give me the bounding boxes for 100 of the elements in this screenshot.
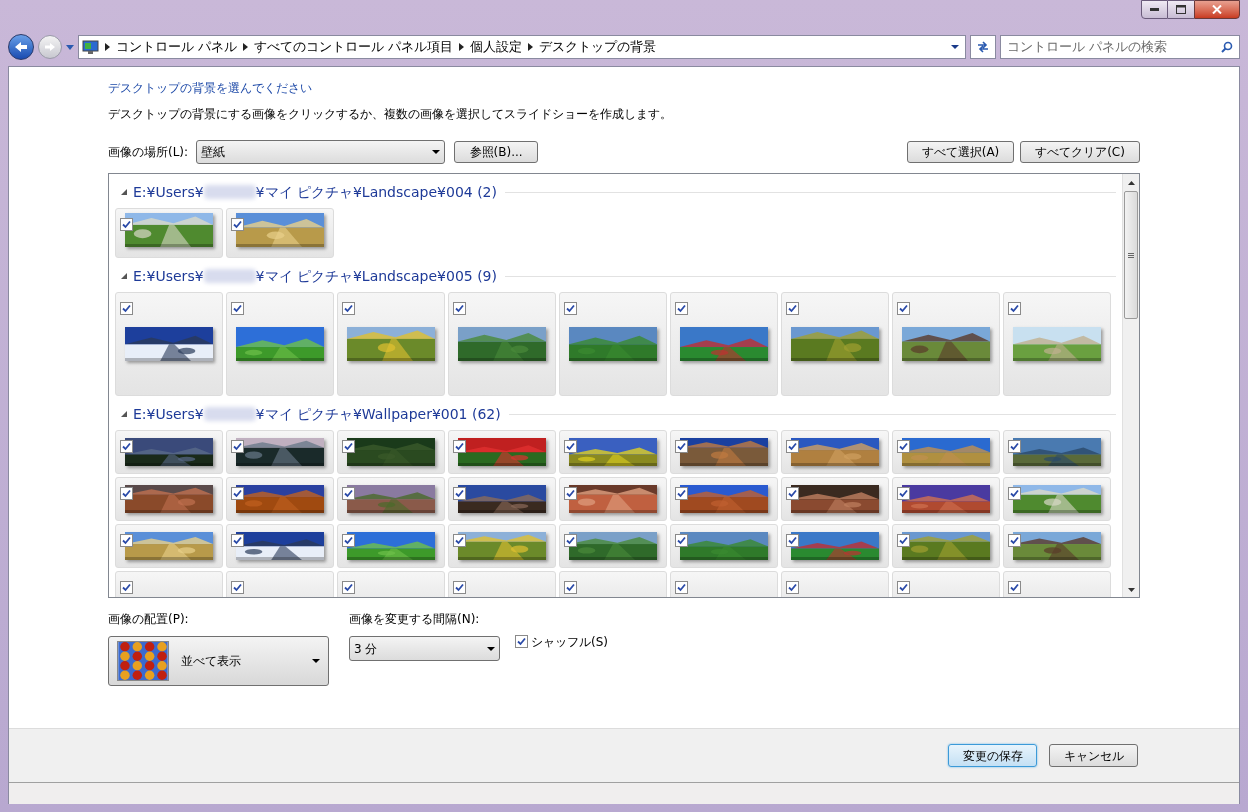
thumbnail-tile[interactable] bbox=[226, 430, 334, 474]
thumbnail-tile[interactable] bbox=[337, 524, 445, 568]
browse-button[interactable]: 参照(B)... bbox=[454, 141, 539, 163]
thumbnail-tile[interactable] bbox=[226, 524, 334, 568]
checkbox[interactable] bbox=[453, 487, 466, 500]
dropdown-arrow-icon[interactable] bbox=[951, 45, 959, 49]
expand-triangle-icon[interactable] bbox=[121, 189, 127, 195]
breadcrumb-arrow-icon[interactable] bbox=[243, 43, 249, 51]
dialog-button[interactable]: 変更の保存 bbox=[948, 744, 1037, 767]
interval-dropdown[interactable]: 3 分 bbox=[349, 636, 500, 661]
breadcrumb[interactable]: 個人設定 bbox=[470, 37, 523, 57]
thumbnail-tile[interactable] bbox=[448, 524, 556, 568]
checkbox[interactable] bbox=[564, 487, 577, 500]
checkbox[interactable] bbox=[1008, 440, 1021, 453]
thumbnail-tile[interactable] bbox=[559, 477, 667, 521]
checkbox[interactable] bbox=[1008, 581, 1021, 594]
thumbnail-tile[interactable] bbox=[448, 477, 556, 521]
location-dropdown[interactable]: 壁紙 bbox=[196, 140, 446, 164]
checkbox[interactable] bbox=[231, 302, 244, 315]
thumbnail-tile[interactable] bbox=[115, 208, 223, 258]
shuffle-label[interactable]: シャッフル(S) bbox=[531, 633, 608, 651]
checkbox[interactable] bbox=[564, 440, 577, 453]
checkbox[interactable] bbox=[453, 440, 466, 453]
thumbnail-tile[interactable] bbox=[1003, 292, 1111, 396]
checkbox[interactable] bbox=[120, 487, 133, 500]
breadcrumb-arrow-icon[interactable] bbox=[528, 43, 534, 51]
thumbnail-tile[interactable] bbox=[892, 292, 1000, 396]
checkbox[interactable] bbox=[786, 302, 799, 315]
checkbox[interactable] bbox=[1008, 487, 1021, 500]
checkbox[interactable] bbox=[897, 487, 910, 500]
address-bar[interactable]: コントロール パネル すべてのコントロール パネル項目 個人設定 デスクトップの背景 bbox=[78, 35, 966, 59]
thumbnail-tile[interactable] bbox=[115, 524, 223, 568]
thumbnail-tile[interactable] bbox=[781, 524, 889, 568]
thumbnail-tile[interactable] bbox=[892, 524, 1000, 568]
checkbox[interactable] bbox=[120, 581, 133, 594]
thumbnail-tile[interactable] bbox=[115, 292, 223, 396]
checkbox[interactable] bbox=[1008, 534, 1021, 547]
thumbnail-tile[interactable] bbox=[448, 430, 556, 474]
thumbnail-tile[interactable] bbox=[115, 477, 223, 521]
checkbox[interactable] bbox=[342, 487, 355, 500]
select-all-button[interactable]: すべて選択(A) bbox=[907, 141, 1014, 163]
minimize-button[interactable] bbox=[1141, 0, 1168, 19]
search-field[interactable]: コントロール パネルの検索 bbox=[1000, 35, 1240, 59]
group-path[interactable]: ¥マイ ピクチャ¥Landscape¥005 (9) bbox=[255, 265, 497, 287]
position-dropdown[interactable]: 並べて表示 bbox=[108, 636, 329, 686]
thumbnail-tile[interactable] bbox=[670, 430, 778, 474]
expand-triangle-icon[interactable] bbox=[121, 273, 127, 279]
checkbox[interactable] bbox=[897, 581, 910, 594]
checkbox[interactable] bbox=[786, 581, 799, 594]
checkbox[interactable] bbox=[1008, 302, 1021, 315]
scroll-thumb[interactable] bbox=[1124, 191, 1138, 319]
checkbox[interactable] bbox=[231, 487, 244, 500]
thumbnail-tile[interactable] bbox=[337, 477, 445, 521]
checkbox[interactable] bbox=[786, 487, 799, 500]
checkbox[interactable] bbox=[515, 635, 528, 648]
thumbnail-tile[interactable] bbox=[115, 430, 223, 474]
thumbnail-tile[interactable] bbox=[670, 524, 778, 568]
breadcrumb[interactable]: コントロール パネル bbox=[116, 37, 238, 57]
checkbox[interactable] bbox=[120, 440, 133, 453]
refresh-button[interactable] bbox=[970, 35, 996, 59]
checkbox[interactable] bbox=[120, 302, 133, 315]
thumbnail-tile[interactable] bbox=[559, 524, 667, 568]
checkbox[interactable] bbox=[342, 302, 355, 315]
thumbnail-tile[interactable] bbox=[559, 430, 667, 474]
thumbnail-tile[interactable] bbox=[781, 477, 889, 521]
thumbnail-tile[interactable] bbox=[670, 477, 778, 521]
thumbnail-tile[interactable] bbox=[559, 292, 667, 396]
thumbnail-tile[interactable] bbox=[1003, 430, 1111, 474]
expand-triangle-icon[interactable] bbox=[121, 411, 127, 417]
thumbnail-tile[interactable] bbox=[226, 477, 334, 521]
checkbox[interactable] bbox=[564, 581, 577, 594]
checkbox[interactable] bbox=[342, 534, 355, 547]
group-path[interactable]: ¥マイ ピクチャ¥Landscape¥004 (2) bbox=[255, 181, 497, 203]
thumbnail-tile[interactable] bbox=[670, 292, 778, 396]
breadcrumb[interactable]: すべてのコントロール パネル項目 bbox=[254, 37, 454, 57]
checkbox[interactable] bbox=[786, 534, 799, 547]
thumbnail-tile[interactable] bbox=[892, 430, 1000, 474]
thumbnail-tile[interactable] bbox=[337, 292, 445, 396]
checkbox[interactable] bbox=[675, 487, 688, 500]
thumbnail-tile[interactable] bbox=[781, 292, 889, 396]
checkbox[interactable] bbox=[231, 218, 244, 231]
thumbnail-tile[interactable] bbox=[337, 430, 445, 474]
dialog-button[interactable]: キャンセル bbox=[1049, 744, 1138, 767]
maximize-button[interactable] bbox=[1168, 0, 1194, 19]
thumbnail-tile[interactable] bbox=[448, 292, 556, 396]
checkbox[interactable] bbox=[453, 581, 466, 594]
group-path[interactable]: E:¥Users¥ bbox=[133, 403, 204, 425]
checkbox[interactable] bbox=[675, 534, 688, 547]
checkbox[interactable] bbox=[342, 581, 355, 594]
group-path[interactable]: E:¥Users¥ bbox=[133, 181, 204, 203]
thumbnail-tile[interactable] bbox=[1003, 524, 1111, 568]
checkbox[interactable] bbox=[564, 302, 577, 315]
checkbox[interactable] bbox=[453, 302, 466, 315]
scrollbar[interactable] bbox=[1122, 174, 1139, 597]
checkbox[interactable] bbox=[897, 440, 910, 453]
breadcrumb-arrow-icon[interactable] bbox=[105, 43, 110, 51]
back-button[interactable] bbox=[8, 34, 34, 60]
group-path[interactable]: ¥マイ ピクチャ¥Wallpaper¥001 (62) bbox=[255, 403, 501, 425]
checkbox[interactable] bbox=[897, 302, 910, 315]
checkbox[interactable] bbox=[231, 440, 244, 453]
